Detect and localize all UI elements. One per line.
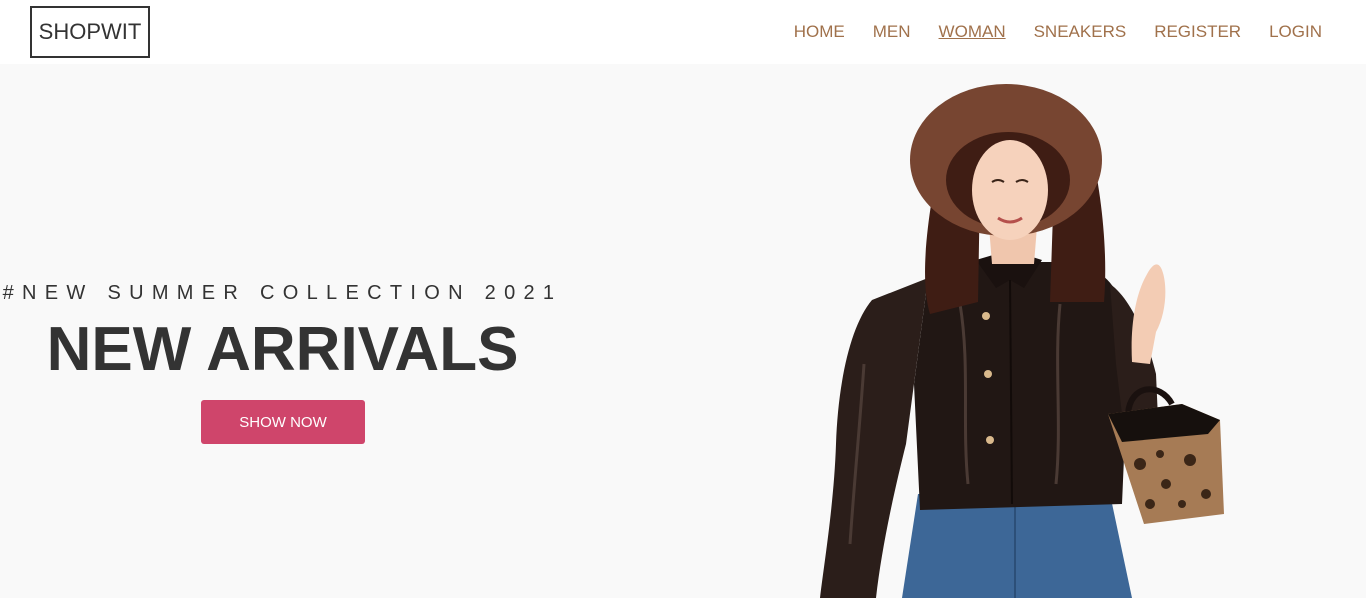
hero-headline: NEW ARRIVALS xyxy=(46,315,519,384)
nav-item-woman: WOMAN xyxy=(939,22,1006,42)
nav-link-sneakers[interactable]: SNEAKERS xyxy=(1034,22,1127,41)
show-now-button[interactable]: SHOW NOW xyxy=(201,400,365,444)
nav-link-home[interactable]: HOME xyxy=(794,22,845,41)
hero-subtitle: #NEW SUMMER COLLECTION 2021 xyxy=(2,282,563,304)
nav-link-login[interactable]: LOGIN xyxy=(1269,22,1322,41)
nav-link-men[interactable]: MEN xyxy=(873,22,911,41)
logo[interactable]: SHOPWIT xyxy=(30,6,150,58)
hero-model-image xyxy=(820,84,1224,598)
hero-section: #NEW SUMMER COLLECTION 2021 NEW ARRIVALS… xyxy=(0,64,1366,598)
jeans-shape xyxy=(902,494,1132,598)
nav-item-sneakers: SNEAKERS xyxy=(1034,22,1127,42)
nav-link-woman[interactable]: WOMAN xyxy=(939,22,1006,41)
nav-item-register: REGISTER xyxy=(1154,22,1241,42)
nav-links: HOME MEN WOMAN SNEAKERS REGISTER LOGIN xyxy=(766,0,1322,64)
nav-item-login: LOGIN xyxy=(1269,22,1322,42)
navbar: SHOPWIT HOME MEN WOMAN SNEAKERS REGISTER… xyxy=(0,0,1366,64)
hero-text: #NEW SUMMER COLLECTION 2021 NEW ARRIVALS… xyxy=(0,64,565,598)
nav-item-home: HOME xyxy=(794,22,845,42)
nav-link-register[interactable]: REGISTER xyxy=(1154,22,1241,41)
nav-item-men: MEN xyxy=(873,22,911,42)
